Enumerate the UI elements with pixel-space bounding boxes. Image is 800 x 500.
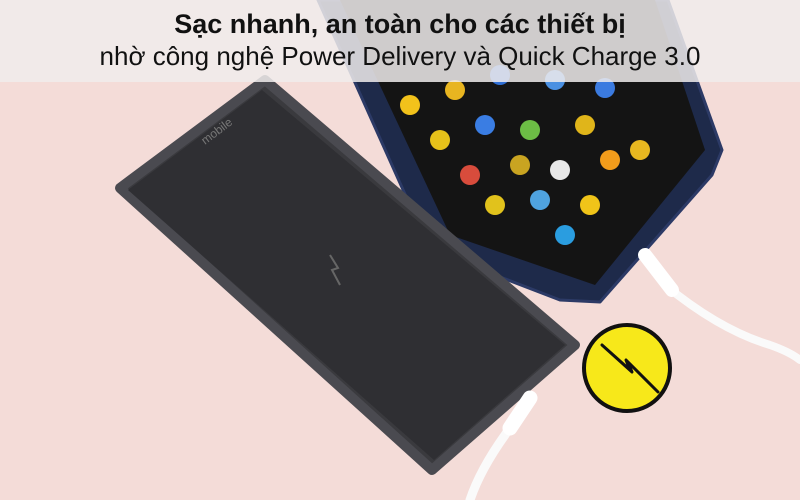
headline-title: Sạc nhanh, an toàn cho các thiết bị — [174, 9, 626, 39]
fast-charge-badge — [582, 323, 672, 413]
headline-subtitle: nhờ công nghệ Power Delivery và Quick Ch… — [99, 41, 701, 71]
headline-banner: Sạc nhanh, an toàn cho các thiết bị nhờ … — [0, 0, 800, 82]
phone-cable — [638, 248, 800, 364]
